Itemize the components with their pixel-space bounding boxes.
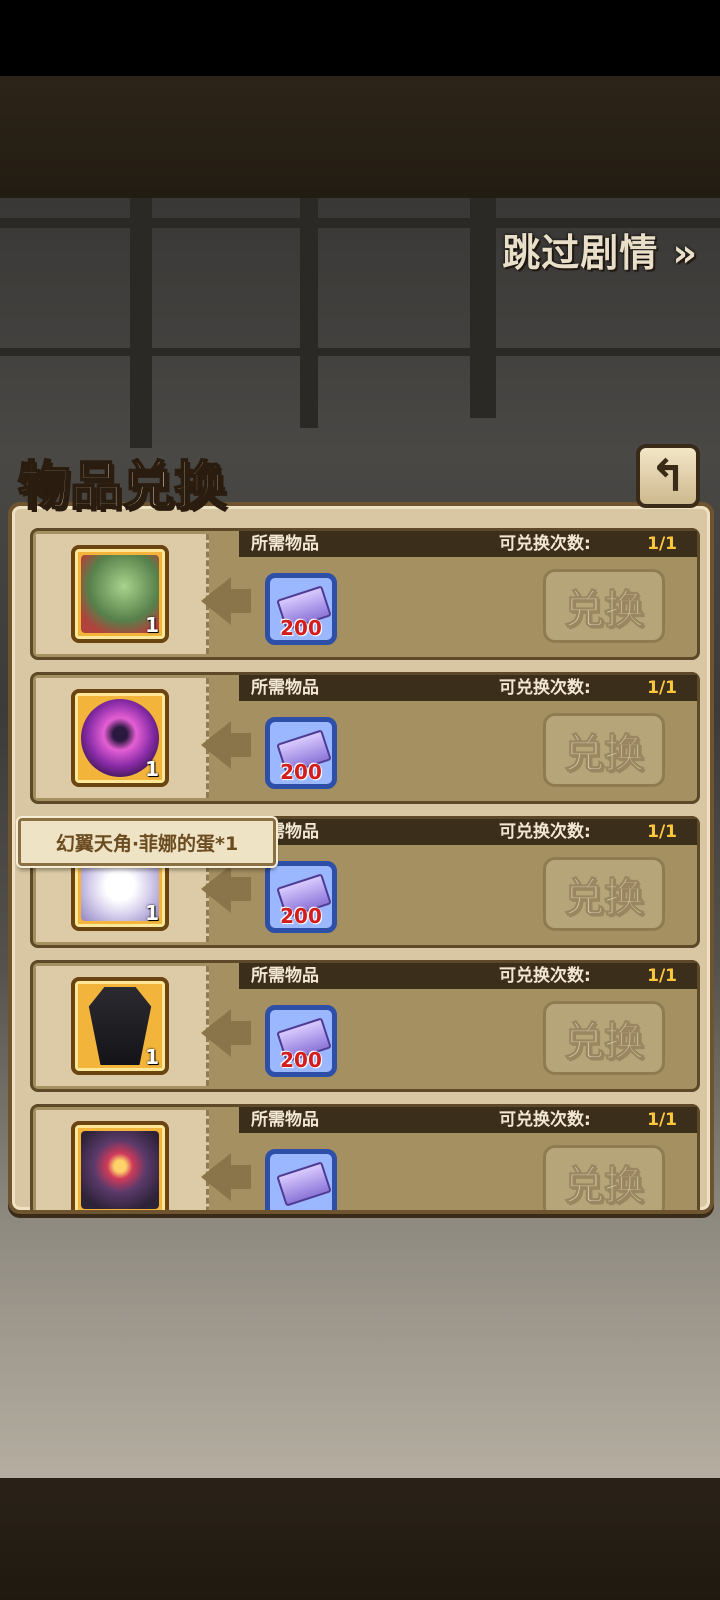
reward-quantity: 1 <box>145 1045 159 1069</box>
arrow-tail <box>229 1165 251 1189</box>
exchange-button[interactable]: 兑换 <box>543 857 665 931</box>
exchange-row: 所需物品 可兑换次数: 1/1 兑换 <box>30 1104 700 1210</box>
cost-item[interactable]: 200 <box>265 573 337 645</box>
exchange-row: 1 所需物品 可兑换次数: 1/1 200 兑换 <box>30 528 700 660</box>
panel-title: 物品兑换 <box>17 455 227 518</box>
cost-item[interactable]: 200 <box>265 717 337 789</box>
arrow-tail <box>229 733 251 757</box>
row-header: 所需物品 可兑换次数: 1/1 <box>239 531 697 557</box>
skip-story-button[interactable]: 跳过剧情 » <box>502 222 698 277</box>
reward-quantity: 1 <box>145 757 159 781</box>
top-band <box>0 76 720 198</box>
arrow-icon <box>201 1153 231 1201</box>
required-items-label: 所需物品 <box>251 678 319 698</box>
ticket-icon <box>276 1161 332 1207</box>
row-header: 所需物品 可兑换次数: 1/1 <box>239 675 697 701</box>
arrow-tail <box>229 877 251 901</box>
reward-item[interactable] <box>71 1121 169 1210</box>
exchange-count-value: 1/1 <box>647 822 677 842</box>
exchange-count-value: 1/1 <box>647 678 677 698</box>
exchange-list[interactable]: 1 所需物品 可兑换次数: 1/1 200 兑换 1 所需物品 可兑换次数: 1… <box>30 528 700 1210</box>
exchange-button[interactable]: 兑换 <box>543 1145 665 1210</box>
required-items-label: 所需物品 <box>251 966 319 986</box>
arrow-icon <box>201 577 231 625</box>
scene-beam <box>300 198 318 428</box>
arrow-tail <box>229 589 251 613</box>
reward-item[interactable]: 1 <box>71 545 169 643</box>
exchange-count-label: 可兑换次数: <box>499 822 591 842</box>
cost-item[interactable]: 200 <box>265 861 337 933</box>
scene-beam <box>470 198 496 418</box>
exchange-count-value: 1/1 <box>647 1110 677 1130</box>
cost-amount: 200 <box>280 616 322 640</box>
helmet-icon <box>81 1131 159 1209</box>
row-header: 所需物品 可兑换次数: 1/1 <box>239 1107 697 1133</box>
reward-item[interactable]: 1 <box>71 689 169 787</box>
cost-amount: 200 <box>280 1048 322 1072</box>
exchange-count-label: 可兑换次数: <box>499 534 591 554</box>
cost-item[interactable] <box>265 1149 337 1210</box>
scene-beam <box>130 198 152 448</box>
arrow-tail <box>229 1021 251 1045</box>
exchange-row: 1 所需物品 可兑换次数: 1/1 200 兑换 <box>30 960 700 1092</box>
item-tooltip: 幻翼天角·菲娜的蛋*1 <box>18 818 276 866</box>
bottom-band <box>0 1478 720 1600</box>
status-bar <box>0 0 720 76</box>
back-button[interactable]: ↰ <box>636 444 700 508</box>
row-header: 所需物品 可兑换次数: 1/1 <box>239 963 697 989</box>
exchange-row: 1 所需物品 可兑换次数: 1/1 200 兑换 <box>30 672 700 804</box>
cost-amount: 200 <box>280 760 322 784</box>
back-arrow-icon: ↰ <box>649 450 687 502</box>
arrow-icon <box>201 1009 231 1057</box>
exchange-count-label: 可兑换次数: <box>499 1110 591 1130</box>
reward-quantity: 1 <box>145 613 159 637</box>
arrow-icon <box>201 865 231 913</box>
exchange-count-label: 可兑换次数: <box>499 966 591 986</box>
reward-item[interactable]: 1 <box>71 977 169 1075</box>
required-items-label: 所需物品 <box>251 534 319 554</box>
row-header: 所需物品 可兑换次数: 1/1 <box>239 819 697 845</box>
exchange-count-label: 可兑换次数: <box>499 678 591 698</box>
required-items-label: 所需物品 <box>251 1110 319 1130</box>
exchange-count-value: 1/1 <box>647 534 677 554</box>
reward-quantity: 1 <box>145 901 159 925</box>
exchange-button[interactable]: 兑换 <box>543 1001 665 1075</box>
arrow-icon <box>201 721 231 769</box>
scene-beam <box>0 348 720 356</box>
exchange-button[interactable]: 兑换 <box>543 713 665 787</box>
cost-amount: 200 <box>280 904 322 928</box>
cost-item[interactable]: 200 <box>265 1005 337 1077</box>
exchange-count-value: 1/1 <box>647 966 677 986</box>
exchange-button[interactable]: 兑换 <box>543 569 665 643</box>
